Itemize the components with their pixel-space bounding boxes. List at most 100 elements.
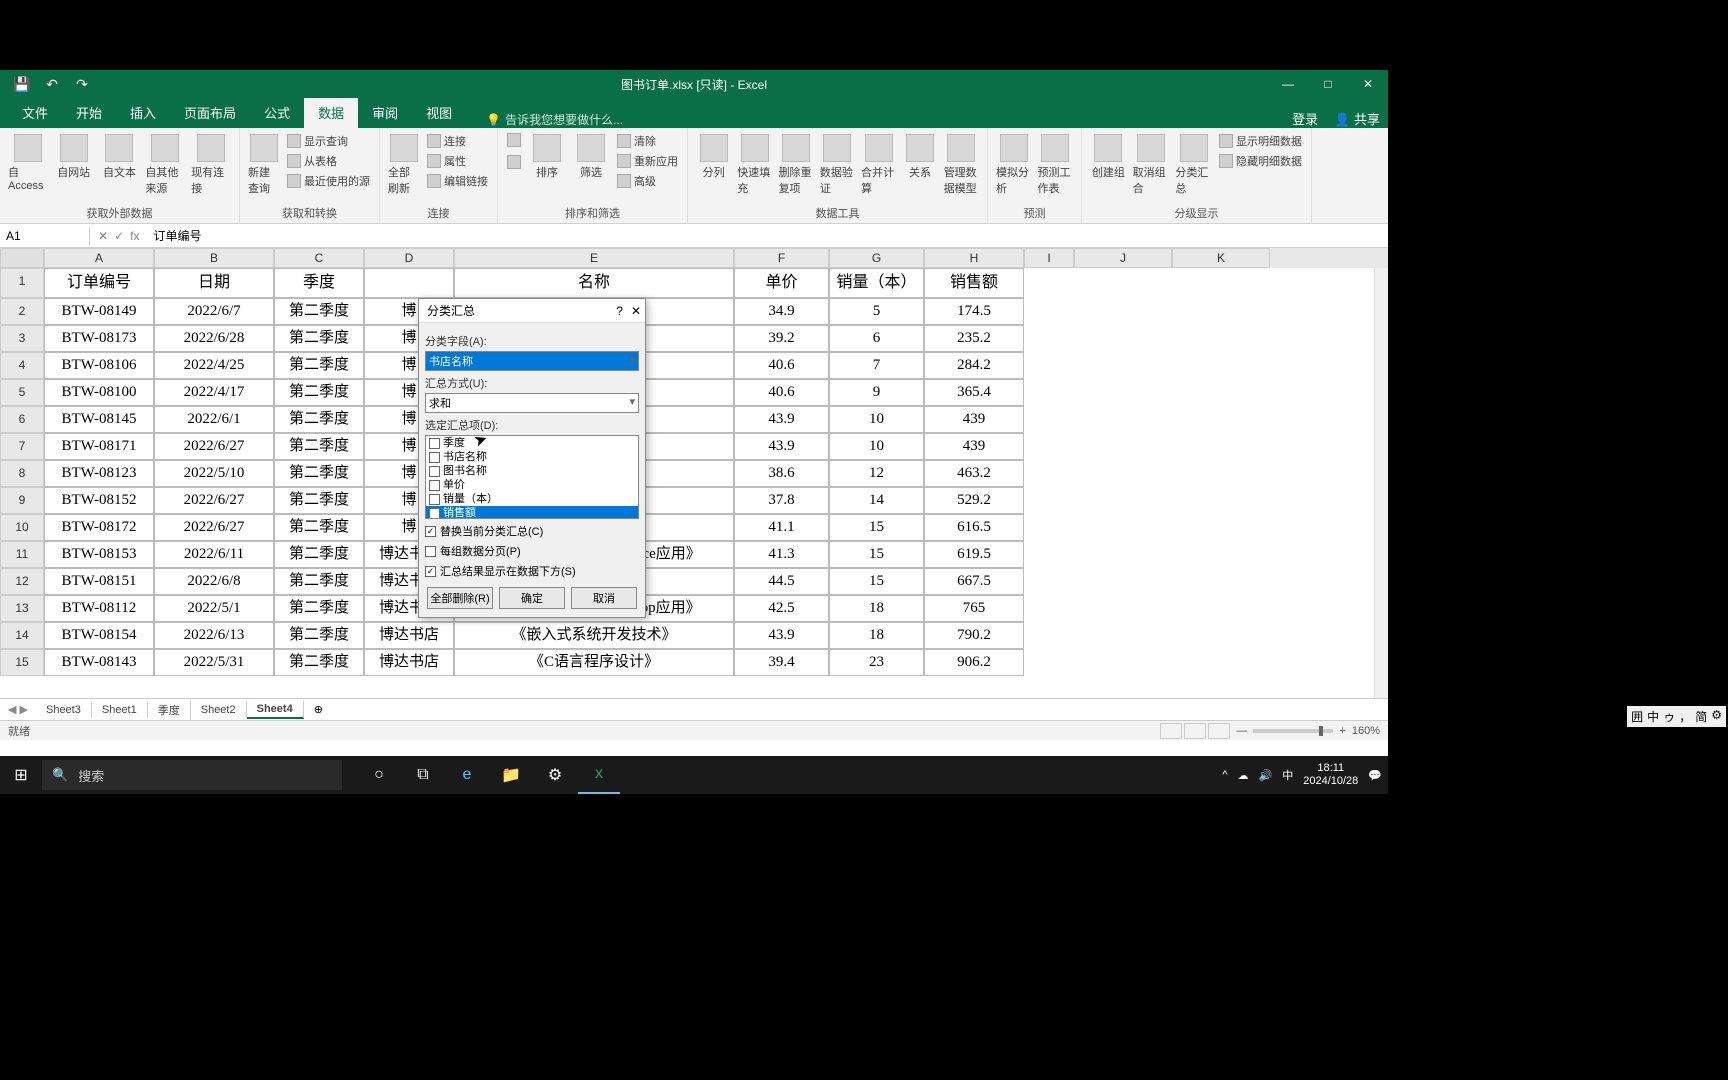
- settings-icon[interactable]: ⚙: [534, 756, 576, 794]
- row-header[interactable]: 1: [0, 268, 44, 298]
- tab-home[interactable]: 开始: [62, 97, 116, 128]
- checkbox-icon[interactable]: ✓: [429, 508, 440, 519]
- header-cell[interactable]: 单价: [734, 268, 829, 298]
- zoom-in-button[interactable]: +: [1339, 725, 1345, 737]
- data-cell[interactable]: 2022/6/28: [154, 325, 274, 352]
- column-header[interactable]: J: [1074, 248, 1172, 268]
- data-cell[interactable]: 40.6: [734, 352, 829, 379]
- data-cell[interactable]: 第二季度: [274, 568, 364, 595]
- tab-formulas[interactable]: 公式: [250, 97, 304, 128]
- ime-indicator[interactable]: 中: [1282, 767, 1293, 783]
- data-cell[interactable]: 439: [924, 433, 1024, 460]
- header-cell[interactable]: 销量（本）: [829, 268, 924, 298]
- connections-button[interactable]: 连接: [424, 132, 491, 150]
- data-cell[interactable]: 第二季度: [274, 352, 364, 379]
- cancel-button[interactable]: 取消: [571, 587, 637, 609]
- row-header[interactable]: 7: [0, 433, 44, 460]
- advanced-button[interactable]: 高级: [614, 172, 681, 190]
- whatif-button[interactable]: 模拟分析: [994, 132, 1034, 198]
- text-to-col-button[interactable]: 分列: [694, 132, 733, 182]
- checkbox-icon[interactable]: [429, 466, 440, 477]
- row-header[interactable]: 6: [0, 406, 44, 433]
- data-cell[interactable]: 5: [829, 298, 924, 325]
- row-header[interactable]: 13: [0, 595, 44, 622]
- page-break-button[interactable]: [1208, 723, 1230, 739]
- row-header[interactable]: 8: [0, 460, 44, 487]
- clear-button[interactable]: 清除: [614, 132, 681, 150]
- data-cell[interactable]: 7: [829, 352, 924, 379]
- data-cell[interactable]: 765: [924, 595, 1024, 622]
- from-text-button[interactable]: 自文本: [98, 132, 142, 182]
- data-cell[interactable]: 6: [829, 325, 924, 352]
- data-cell[interactable]: 第二季度: [274, 379, 364, 406]
- data-cell[interactable]: 15: [829, 514, 924, 541]
- data-cell[interactable]: 439: [924, 406, 1024, 433]
- tell-me-search[interactable]: 💡告诉我您想要做什么...: [466, 111, 623, 128]
- from-table-button[interactable]: 从表格: [284, 152, 373, 170]
- ime-btn[interactable]: ⚙: [1711, 708, 1722, 725]
- relations-button[interactable]: 关系: [900, 132, 939, 182]
- data-cell[interactable]: 40.6: [734, 379, 829, 406]
- checkbox-icon[interactable]: [429, 480, 440, 491]
- header-cell[interactable]: 订单编号: [44, 268, 154, 298]
- checkbox-icon[interactable]: [429, 438, 440, 449]
- list-item[interactable]: 图书名称: [426, 464, 638, 478]
- ime-btn[interactable]: 中: [1647, 708, 1659, 725]
- list-item[interactable]: 销量（本）: [426, 492, 638, 506]
- signin-link[interactable]: 登录: [1292, 109, 1318, 128]
- zoom-slider[interactable]: [1253, 729, 1333, 733]
- data-cell[interactable]: 博达书店: [364, 622, 454, 649]
- row-header[interactable]: 2: [0, 298, 44, 325]
- data-cell[interactable]: 43.9: [734, 622, 829, 649]
- checkbox-icon[interactable]: ✓: [425, 526, 436, 537]
- explorer-icon[interactable]: 📁: [490, 756, 532, 794]
- sheet-tab[interactable]: Sheet1: [92, 702, 148, 718]
- data-cell[interactable]: 43.9: [734, 406, 829, 433]
- data-cell[interactable]: 42.5: [734, 595, 829, 622]
- notification-icon[interactable]: 💬: [1368, 769, 1382, 782]
- from-other-button[interactable]: 自其他来源: [143, 132, 187, 198]
- undo-icon[interactable]: ↶: [44, 76, 60, 92]
- data-cell[interactable]: 2022/6/27: [154, 433, 274, 460]
- data-cell[interactable]: 365.4: [924, 379, 1024, 406]
- new-query-button[interactable]: 新建查询: [246, 132, 282, 198]
- data-cell[interactable]: 第二季度: [274, 406, 364, 433]
- data-cell[interactable]: 第二季度: [274, 541, 364, 568]
- data-cell[interactable]: 第二季度: [274, 433, 364, 460]
- minimize-button[interactable]: —: [1268, 70, 1308, 98]
- data-cell[interactable]: 2022/5/31: [154, 649, 274, 676]
- data-cell[interactable]: 2022/5/1: [154, 595, 274, 622]
- data-cell[interactable]: 906.2: [924, 649, 1024, 676]
- data-cell[interactable]: 2022/6/8: [154, 568, 274, 595]
- ime-btn[interactable]: ゥ: [1663, 708, 1675, 725]
- data-cell[interactable]: 284.2: [924, 352, 1024, 379]
- data-cell[interactable]: 第二季度: [274, 298, 364, 325]
- sort-za-button[interactable]: [504, 154, 524, 170]
- page-layout-button[interactable]: [1184, 723, 1206, 739]
- column-header[interactable]: B: [154, 248, 274, 268]
- filter-button[interactable]: 筛选: [570, 132, 612, 182]
- data-cell[interactable]: 44.5: [734, 568, 829, 595]
- sheet-tab[interactable]: Sheet4: [247, 701, 304, 719]
- tab-view[interactable]: 视图: [412, 97, 466, 128]
- ungroup-button[interactable]: 取消组合: [1131, 132, 1172, 198]
- data-cell[interactable]: 2022/6/13: [154, 622, 274, 649]
- column-header[interactable]: I: [1024, 248, 1074, 268]
- tab-review[interactable]: 审阅: [358, 97, 412, 128]
- properties-button[interactable]: 属性: [424, 152, 491, 170]
- row-header[interactable]: 4: [0, 352, 44, 379]
- sheet-tab[interactable]: 季度: [148, 700, 191, 720]
- sheet-tab[interactable]: Sheet2: [191, 702, 247, 718]
- data-cell[interactable]: BTW-08149: [44, 298, 154, 325]
- data-cell[interactable]: 第二季度: [274, 325, 364, 352]
- save-icon[interactable]: 💾: [14, 76, 30, 92]
- maximize-button[interactable]: □: [1308, 70, 1348, 98]
- checkbox-icon[interactable]: [429, 452, 440, 463]
- data-cell[interactable]: 第二季度: [274, 514, 364, 541]
- data-cell[interactable]: 第二季度: [274, 487, 364, 514]
- data-cell[interactable]: BTW-08106: [44, 352, 154, 379]
- sort-az-button[interactable]: [504, 132, 524, 148]
- data-cell[interactable]: 43.9: [734, 433, 829, 460]
- data-cell[interactable]: BTW-08143: [44, 649, 154, 676]
- data-cell[interactable]: BTW-08154: [44, 622, 154, 649]
